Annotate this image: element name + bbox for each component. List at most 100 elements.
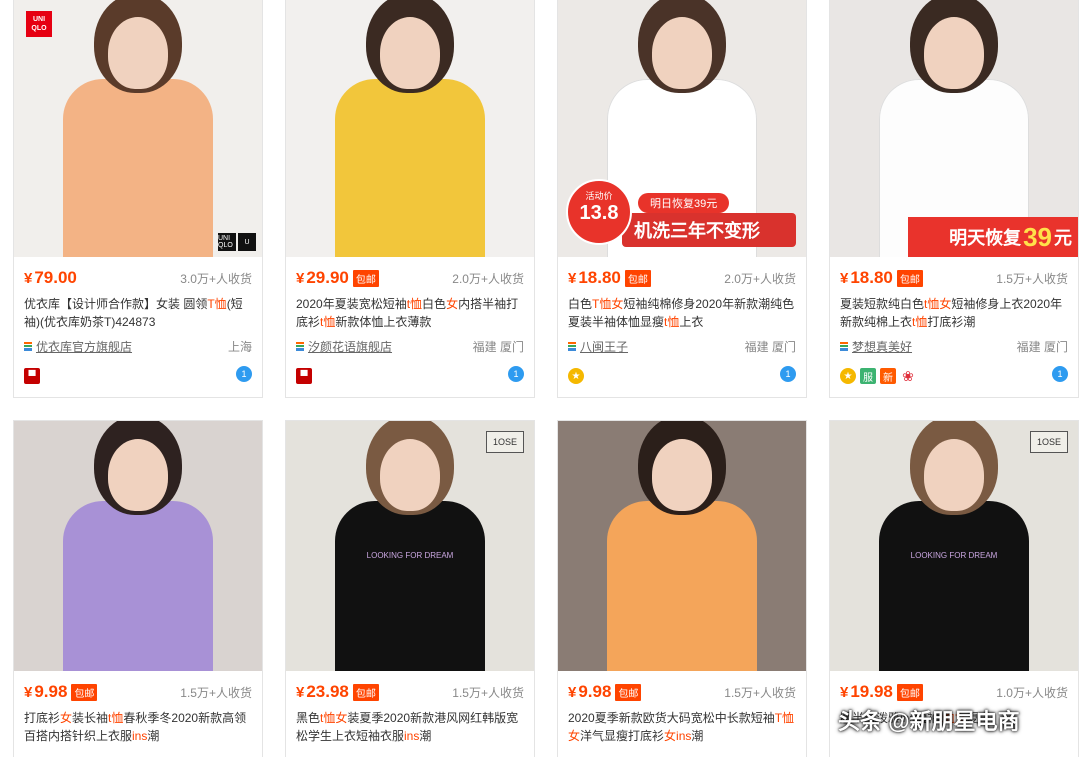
price-value: 9.98 [34, 682, 68, 701]
uniqlo-logo: UNI QLO [26, 11, 52, 37]
shirt-print: LOOKING FOR DREAM [366, 551, 454, 560]
keyword-highlight: 女 [611, 297, 624, 311]
product-title[interactable]: 黑色t恤女装夏季2020新款港风网红韩版宽松学生上衣短袖衣服ins潮 [286, 703, 534, 747]
product-title[interactable]: 优衣库【设计师合作款】女装 圆领T恤(短袖)(优衣库奶茶T)424873 [14, 289, 262, 333]
shop-location: 福建 厦门 [1016, 339, 1068, 354]
shop-name: 梦想真美好 [852, 339, 913, 354]
wangwang-chat-icon[interactable]: 1 [780, 366, 796, 382]
wall-sign: 1OSE [1030, 431, 1068, 453]
keyword-highlight: T恤 [207, 297, 227, 311]
model-shirt [607, 501, 757, 671]
price: ¥18.80 包邮 [840, 268, 923, 288]
currency-symbol: ¥ [296, 270, 305, 287]
product-card[interactable]: UNI QLO UNI QLO U ¥79.00 3.0万+人收货 优衣库【设计师合作款】… [13, 0, 263, 398]
product-title[interactable]: 夏装短款纯白色t恤女短袖修身上衣2020年新款纯棉上衣t恤打底衫潮 [830, 289, 1078, 333]
keyword-highlight: 女 [60, 711, 73, 725]
title-text: 上衣 [679, 315, 704, 329]
free-shipping-badge: 包邮 [896, 684, 923, 702]
model-shirt [63, 501, 213, 671]
product-image[interactable]: 明天恢复 39 元 [830, 0, 1078, 257]
product-card[interactable]: 明天恢复 39 元 ¥18.80 包邮 1.5万+人收货 夏装短款纯白色t恤女短袖修身上衣2… [829, 0, 1079, 398]
shop-row: 八闽王子 福建 厦门 [558, 333, 806, 355]
keyword-highlight: t恤 [406, 297, 423, 311]
shop-link[interactable]: 梦想真美好 [840, 338, 912, 355]
shop-link[interactable]: 汐颜花语旗舰店 [296, 338, 392, 355]
free-shipping-badge: 包邮 [352, 684, 379, 702]
product-card[interactable]: ¥29.90 包邮 2.0万+人收货 2020年夏装宽松短袖t恤白色女内搭半袖打底衫t… [285, 0, 535, 398]
title-text: 新款体恤上衣薄款 [335, 315, 432, 329]
product-card[interactable]: ¥9.98 包邮 1.5万+人收货 打底衫女装长袖t恤春秋季冬2020新款高领百搭内搭… [13, 420, 263, 757]
product-image[interactable] [558, 421, 806, 671]
product-card[interactable]: 机洗三年不变形 明日恢复39元 活动价 13.8 ¥18.80 包邮 2.0万+人收货白色T… [557, 0, 807, 398]
price-value: 18.80 [850, 268, 893, 287]
title-text: 装长袖 [72, 711, 109, 725]
model-head [924, 17, 984, 89]
keyword-highlight: 女 [446, 297, 459, 311]
product-card[interactable]: ¥9.98 包邮 1.5万+人收货 2020夏季新款欧货大码宽松中长款短袖T恤女洋气显… [557, 420, 807, 757]
title-text: 潮 [419, 729, 432, 743]
wangwang-chat-icon[interactable]: 1 [1052, 366, 1068, 382]
product-title[interactable]: 2020年夏装宽松短袖t恤白色女内搭半袖打底衫t恤新款体恤上衣薄款 [286, 289, 534, 333]
sales-count: 1.5万+人收货 [724, 685, 796, 700]
product-image[interactable] [14, 421, 262, 671]
uniqlo-corner-mark: UNI QLO [218, 233, 236, 251]
price: ¥9.98 包邮 [568, 682, 642, 702]
gold-badge-icon[interactable]: ★ [840, 368, 856, 384]
product-image[interactable]: 机洗三年不变形 明日恢复39元 活动价 13.8 [558, 0, 806, 257]
product-title[interactable]: 白色T恤女短袖纯棉修身2020年新款潮纯色夏装半袖体恤显瘦t恤上衣 [558, 289, 806, 333]
product-title[interactable]: 打底衫女装长袖t恤春秋季冬2020新款高领百搭内搭针织上衣服ins潮 [14, 703, 262, 747]
currency-symbol: ¥ [568, 684, 577, 701]
tmall-badge-icon[interactable]: ▀ [24, 368, 40, 384]
free-shipping-badge: 包邮 [624, 270, 651, 288]
model-head [652, 439, 712, 511]
product-image[interactable]: LOOKING FOR DREAM 1OSE [286, 421, 534, 671]
product-title[interactable]: 2020夏季新款欧货大码宽松中长款短袖T恤女洋气显瘦打底衫女ins潮 [558, 703, 806, 747]
service-badges: ★ 1 [558, 355, 806, 385]
sales-count: 2.0万+人收货 [724, 271, 796, 286]
gold-badge-icon[interactable]: ★ [568, 368, 584, 384]
uniqlo-corner-mark: U [238, 233, 256, 251]
wangwang-chat-icon[interactable]: 1 [508, 366, 524, 382]
price-value: 29.90 [306, 268, 349, 287]
currency-symbol: ¥ [24, 270, 33, 287]
currency-symbol: ¥ [24, 684, 33, 701]
product-image[interactable] [286, 0, 534, 257]
title-text: 2020年夏装宽松短袖 [296, 297, 407, 311]
orange-badge-icon[interactable]: 新 [880, 368, 896, 384]
promo-banner: 明天恢复 39 元 [908, 217, 1078, 257]
shop-link[interactable]: 优衣库官方旗舰店 [24, 338, 132, 355]
price-value: 23.98 [306, 682, 349, 701]
promo-restore-note: 明日恢复39元 [638, 193, 730, 213]
title-text: 潮 [691, 729, 704, 743]
title-text: 夏装短款纯白色 [840, 297, 925, 311]
keyword-highlight: T恤 [774, 711, 795, 725]
shop-list-icon [840, 341, 848, 351]
price: ¥29.90 包邮 [296, 268, 379, 288]
price: ¥18.80 包邮 [568, 268, 651, 288]
tmall-badge-icon[interactable]: ▀ [296, 368, 312, 384]
promo-unit: 元 [1054, 228, 1072, 248]
keyword-highlight: t恤 [664, 315, 680, 329]
sales-count: 1.5万+人收货 [452, 685, 524, 700]
shop-link[interactable]: 八闽王子 [568, 338, 628, 355]
price: ¥19.98 包邮 [840, 682, 923, 702]
wangwang-chat-icon[interactable]: 1 [236, 366, 252, 382]
keyword-highlight: 女 [939, 297, 952, 311]
shop-row: 汐颜花语旗舰店 福建 厦门 [286, 333, 534, 355]
product-image[interactable]: LOOKING FOR DREAM 1OSE [830, 421, 1078, 671]
model-shirt [63, 79, 213, 257]
shop-list-icon [24, 341, 32, 351]
product-card[interactable]: LOOKING FOR DREAM 1OSE ¥23.98 包邮 1.5万+人收货黑色t… [285, 420, 535, 757]
promo-price: 39 [1023, 221, 1052, 252]
keyword-highlight: t恤 [320, 711, 336, 725]
price: ¥9.98 包邮 [24, 682, 98, 702]
keyword-highlight: 女 [664, 729, 677, 743]
currency-symbol: ¥ [296, 684, 305, 701]
green-badge-icon[interactable]: 服 [860, 368, 876, 384]
price-row: ¥19.98 包邮 1.0万+人收货 [830, 671, 1078, 703]
flower-badge-icon[interactable]: ❀ [900, 368, 916, 384]
title-text: 白色 [568, 297, 593, 311]
service-badges: ★ 服新 ❀ 1 [830, 355, 1078, 385]
product-image[interactable]: UNI QLO UNI QLO U [14, 0, 262, 257]
title-text: 洋气显瘦打底衫 [580, 729, 665, 743]
